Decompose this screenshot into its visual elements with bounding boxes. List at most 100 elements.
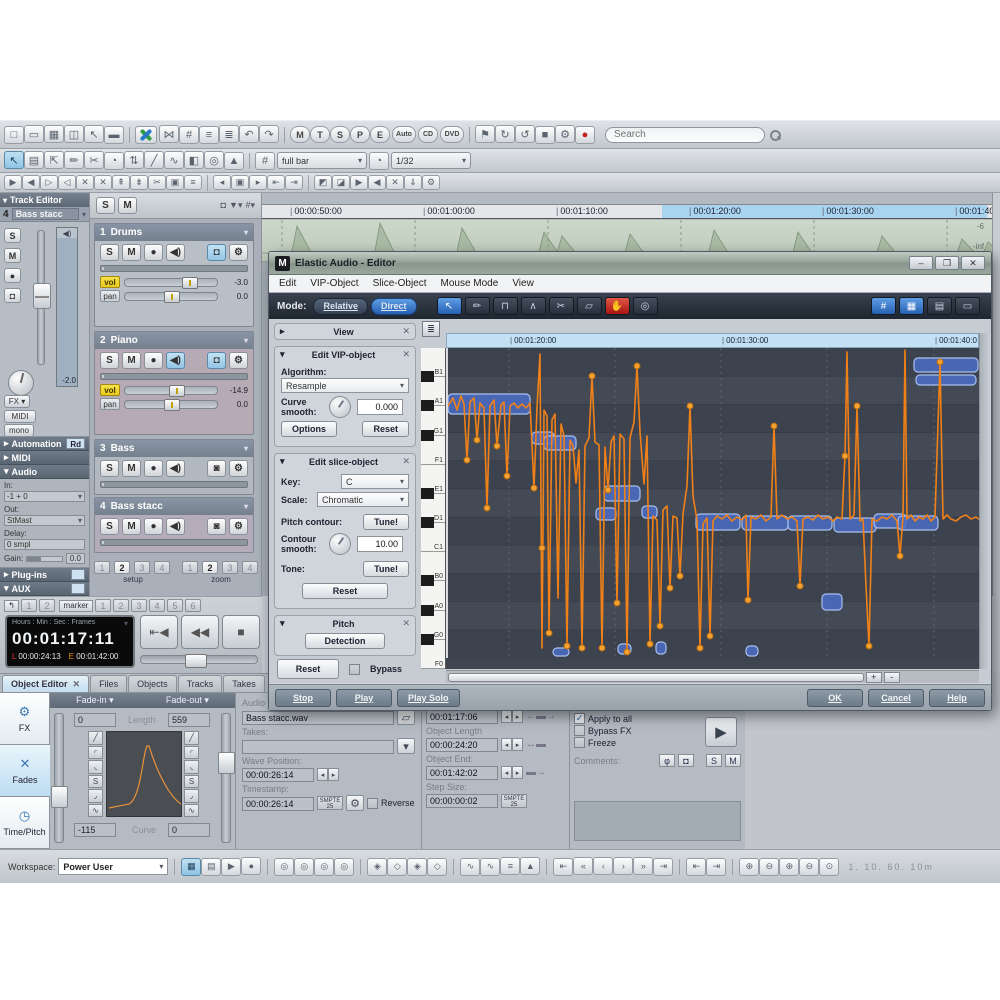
pitch-panel-header[interactable]: ▾Pitch✕ — [275, 616, 415, 631]
edit-slice-header[interactable]: ▾Edit slice-object✕ — [275, 454, 415, 469]
record-small-icon[interactable]: ● — [241, 857, 261, 875]
menu-view[interactable]: View — [512, 278, 534, 289]
close-button[interactable]: ✕ — [961, 256, 985, 270]
record-button[interactable]: ● — [144, 352, 163, 369]
gain-slider[interactable] — [26, 556, 63, 562]
takes-select[interactable] — [242, 740, 394, 754]
range-down-icon[interactable]: ⇟ — [130, 175, 148, 190]
auto-button[interactable]: Auto — [392, 126, 416, 143]
trim-end-icon[interactable]: ▬→ — [526, 767, 546, 778]
black-key[interactable] — [421, 517, 434, 528]
fade-shape-icon[interactable]: ╱ — [184, 731, 199, 745]
play-loop-icon[interactable]: ▷ — [40, 175, 58, 190]
back-cursor-icon[interactable]: ◀ — [22, 175, 40, 190]
zoom-d-icon[interactable]: ⊖ — [799, 858, 819, 876]
gear2-icon[interactable]: ⚙ — [422, 175, 440, 190]
chevron-down-icon[interactable]: ▾ — [124, 619, 128, 628]
play-button[interactable]: Play — [336, 689, 392, 707]
curve-smooth-value[interactable]: 0.000 — [357, 399, 403, 415]
play-solo-button[interactable]: Play Solo — [397, 689, 460, 707]
stretch-tool-icon[interactable]: ⇅ — [124, 151, 144, 169]
export-icon[interactable]: ⇓ — [404, 175, 422, 190]
preview-play-button[interactable]: ▶ — [705, 717, 737, 747]
fade-shape-icon[interactable]: ◟ — [88, 760, 103, 774]
solo-button[interactable]: S — [100, 352, 119, 369]
align-objects-icon[interactable]: ≡ — [199, 126, 219, 144]
fade-shape-icon[interactable]: ◞ — [88, 789, 103, 803]
fade-out-dropdown[interactable]: Fade-out ▾ — [166, 695, 209, 706]
obj-left-icon[interactable]: ◂ — [213, 175, 231, 190]
fwd-icon[interactable]: › — [613, 857, 633, 875]
smpte-dropdown[interactable]: SMPTE 25 — [501, 794, 527, 808]
black-key[interactable] — [421, 371, 434, 382]
wave-peak-icon[interactable]: ▲ — [520, 857, 540, 875]
hand-icon[interactable]: ✋ — [605, 297, 630, 315]
num-button-6[interactable]: 6 — [185, 599, 201, 612]
pan-slider[interactable] — [124, 400, 218, 409]
cursor-tool-icon[interactable]: ↖ — [4, 151, 24, 169]
num-button-4[interactable]: 4 — [242, 561, 258, 574]
lock-icon[interactable]: ◘ — [4, 288, 21, 303]
reset-button[interactable]: Reset — [362, 421, 409, 437]
select-arrow-icon[interactable]: ↖ — [437, 297, 462, 315]
fade-in-curve-value[interactable]: -115 — [74, 823, 116, 837]
track-header[interactable]: 1Drums▾ — [95, 224, 253, 241]
track-t-button[interactable]: T — [310, 126, 330, 143]
magnifier-icon[interactable]: ◎ — [633, 297, 658, 315]
tune-tone-button[interactable]: Tune! — [363, 561, 409, 577]
vu-meter-icon[interactable]: ▤ — [201, 858, 221, 876]
monitor-icon[interactable]: ◀) — [166, 352, 185, 369]
solo-button[interactable]: S — [100, 460, 119, 477]
bypass-fx-checkbox[interactable] — [574, 725, 585, 736]
track-p-button[interactable]: P — [350, 126, 370, 143]
zoom-c-icon[interactable]: ⊕ — [779, 858, 799, 876]
record-button[interactable]: ● — [4, 268, 21, 283]
menu-edit[interactable]: Edit — [279, 278, 296, 289]
num-button-1[interactable]: 1 — [21, 599, 37, 612]
chevron-down-icon[interactable]: ▾ — [397, 738, 415, 754]
glue-icon[interactable]: ▣ — [166, 175, 184, 190]
mute-button[interactable]: M — [122, 518, 141, 535]
go-end-icon[interactable]: ⇥ — [653, 858, 673, 876]
out-select[interactable]: StMast▾ — [4, 515, 85, 526]
arrangement-vscrollbar[interactable] — [992, 193, 1000, 596]
stop-button[interactable]: ■ — [222, 615, 260, 649]
lock-icon[interactable]: ◘ — [207, 352, 226, 369]
track-row[interactable]: 1Drums▾ S M ● ◀) ◘ ⚙ vol -3.0 pan — [94, 223, 254, 327]
algorithm-select[interactable]: Resample▾ — [281, 378, 409, 393]
fade-shape-icon[interactable]: ◜ — [88, 746, 103, 760]
edge-right-icon[interactable]: ⇥ — [285, 175, 303, 190]
num-button-3[interactable]: 3 — [131, 599, 147, 612]
fade-out-curve-value[interactable]: 0 — [168, 823, 210, 837]
open-file-icon[interactable]: ▭ — [24, 125, 44, 143]
undo-icon[interactable]: ↶ — [239, 125, 259, 143]
align-tracks-icon[interactable]: ≣ — [219, 125, 239, 143]
piano-key-B0[interactable]: B0 — [421, 552, 445, 581]
back-loop-icon[interactable]: ◁ — [58, 175, 76, 190]
all-solo-button[interactable]: S — [96, 197, 115, 214]
fade-in-value[interactable]: 0 — [74, 713, 116, 727]
grid-snap-icon[interactable]: # — [255, 152, 275, 170]
fade-shape-icon[interactable]: S — [184, 775, 199, 789]
pan-slider[interactable] — [124, 292, 218, 301]
num-button-4[interactable]: 4 — [149, 599, 165, 612]
curve-smooth-knob[interactable] — [329, 396, 351, 418]
gear-icon[interactable]: ⚙ — [229, 352, 248, 369]
pencil-icon[interactable]: ✏ — [465, 297, 490, 315]
object-end-field[interactable]: 00:01:42:02 — [426, 766, 498, 780]
reverse-checkbox[interactable] — [367, 798, 378, 809]
close-icon[interactable]: ✕ — [402, 349, 410, 360]
workspace-grid-icon[interactable]: ▦ — [181, 858, 201, 876]
wave-zoom-1-icon[interactable]: ∿ — [460, 858, 480, 876]
scale-select[interactable]: Chromatic▾ — [317, 492, 409, 507]
step-pitch-icon[interactable]: ⊓ — [493, 297, 518, 315]
scissors-icon[interactable]: ✂ — [549, 297, 574, 315]
black-key[interactable] — [421, 430, 434, 441]
fade-in-dropdown[interactable]: Fade-in ▾ — [76, 695, 114, 706]
window-titlebar[interactable]: M Elastic Audio - Editor – ❐ ✕ — [269, 252, 991, 275]
color-tool-icon[interactable]: ▲ — [224, 152, 244, 170]
undo-range-icon[interactable]: ↰ — [4, 600, 19, 612]
fade-shape-icon[interactable]: ◟ — [184, 760, 199, 774]
mute-button[interactable]: M — [122, 460, 141, 477]
lock-toggle-icon[interactable]: ▤ — [927, 297, 952, 315]
